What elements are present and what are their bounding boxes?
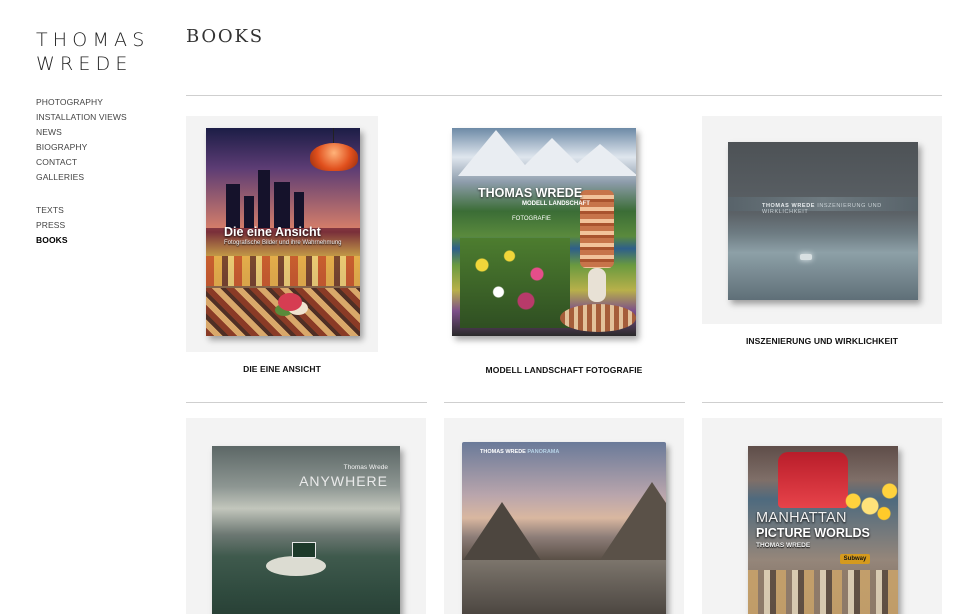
book-cover-frame: THOMAS WREDE PANORAMA xyxy=(444,418,684,614)
row-divider xyxy=(186,402,427,403)
book-card-die-eine-ansicht[interactable]: Die eine Ansicht Fotografische Bilder un… xyxy=(186,116,378,378)
book-card-inszenierung-und-wirklichkeit[interactable]: THOMAS WREDE INSZENIERUNG UND WIRKLICHKE… xyxy=(702,116,942,352)
cover-subtitle-2: FOTOGRAFIE xyxy=(512,216,551,222)
row-divider xyxy=(702,402,943,403)
nav-item-books[interactable]: BOOKS xyxy=(36,233,68,248)
cover-building xyxy=(244,196,254,228)
nav-item-news[interactable]: NEWS xyxy=(36,125,127,140)
book-caption[interactable]: DIE EINE ANSICHT xyxy=(186,364,378,374)
cover-street xyxy=(748,570,898,614)
book-cover-frame: MANHATTAN PICTURE WORLDS THOMAS WREDE Su… xyxy=(702,418,942,614)
cover-subtitle: Fotografische Bilder und ihre Wahrnehmun… xyxy=(224,240,342,246)
logo-line-1: THOMAS xyxy=(36,29,150,51)
book-cover-image[interactable]: Die eine Ansicht Fotografische Bilder un… xyxy=(206,128,360,336)
book-cover-image[interactable]: THOMAS WREDE INSZENIERUNG UND WIRKLICHKE… xyxy=(728,142,918,300)
cover-rocks xyxy=(462,560,666,614)
book-cover-frame: THOMAS WREDE INSZENIERUNG UND WIRKLICHKE… xyxy=(702,116,942,324)
book-cover-frame: Die eine Ansicht Fotografische Bilder un… xyxy=(186,116,378,352)
cover-title: THOMAS WREDE INSZENIERUNG UND WIRKLICHKE… xyxy=(762,203,918,215)
logo-line-2: WREDE xyxy=(36,53,133,75)
cover-author: THOMAS WREDE xyxy=(756,542,811,549)
book-cover-frame: THOMAS WREDE MODELL LANDSCHAFT FOTOGRAFI… xyxy=(444,112,684,352)
book-cover-image[interactable]: THOMAS WREDE PANORAMA xyxy=(462,442,666,614)
primary-nav: PHOTOGRAPHY INSTALLATION VIEWS NEWS BIOG… xyxy=(36,95,127,185)
book-card-anywhere[interactable]: Thomas Wrede ANYWHERE xyxy=(186,418,426,614)
cover-billboard xyxy=(778,452,848,508)
cover-title: ANYWHERE xyxy=(299,473,388,489)
nav-item-contact[interactable]: CONTACT xyxy=(36,155,127,170)
nav-item-galleries[interactable]: GALLERIES xyxy=(36,170,127,185)
cover-building xyxy=(258,170,270,228)
book-caption[interactable]: INSZENIERUNG UND WIRKLICHKEIT xyxy=(702,336,942,346)
cover-mountain xyxy=(562,144,636,176)
nav-item-photography[interactable]: PHOTOGRAPHY xyxy=(36,95,127,110)
cover-table xyxy=(560,304,636,332)
cover-pattern xyxy=(206,256,360,286)
nav-item-biography[interactable]: BIOGRAPHY xyxy=(36,140,127,155)
cover-flowers xyxy=(278,293,302,311)
cover-lamp-cable xyxy=(333,128,334,144)
cover-flowers xyxy=(460,238,570,328)
row-divider xyxy=(444,402,685,403)
cover-author: Thomas Wrede xyxy=(343,464,388,471)
cover-building xyxy=(226,184,240,228)
cover-sign xyxy=(292,542,316,558)
header-divider xyxy=(186,95,942,96)
cover-boat xyxy=(800,254,812,260)
nav-item-texts[interactable]: TEXTS xyxy=(36,203,68,218)
cover-title: Die eine Ansicht xyxy=(224,225,321,239)
page-title: BOOKS xyxy=(186,26,264,47)
secondary-nav: TEXTS PRESS BOOKS xyxy=(36,203,68,248)
cover-subtitle: MODELL LANDSCHAFT xyxy=(522,201,590,207)
cover-title-text: PANORAMA xyxy=(527,449,560,455)
nav-item-installation-views[interactable]: INSTALLATION VIEWS xyxy=(36,110,127,125)
cover-title: MANHATTAN xyxy=(756,510,847,526)
cover-author: THOMAS WREDE xyxy=(480,449,526,455)
cover-title: THOMAS WREDE PANORAMA xyxy=(480,449,559,455)
cover-street-lights xyxy=(842,476,898,526)
book-cover-image[interactable]: THOMAS WREDE MODELL LANDSCHAFT FOTOGRAFI… xyxy=(452,128,636,336)
nav-item-press[interactable]: PRESS xyxy=(36,218,68,233)
site-logo[interactable]: THOMAS WREDE xyxy=(36,28,150,76)
cover-lamp-base xyxy=(588,268,606,302)
cover-title: THOMAS WREDE xyxy=(478,186,583,200)
book-cover-image[interactable]: Thomas Wrede ANYWHERE xyxy=(212,446,400,614)
cover-title-2: PICTURE WORLDS xyxy=(756,526,870,540)
cover-lamp xyxy=(310,143,358,171)
cover-building xyxy=(274,182,290,228)
cover-subway-sign: Subway xyxy=(840,554,870,564)
book-card-modell-landschaft-fotografie[interactable]: THOMAS WREDE MODELL LANDSCHAFT FOTOGRAFI… xyxy=(444,112,684,378)
book-cover-frame: Thomas Wrede ANYWHERE xyxy=(186,418,426,614)
book-cover-image[interactable]: MANHATTAN PICTURE WORLDS THOMAS WREDE Su… xyxy=(748,446,898,614)
book-card-manhattan-picture-worlds[interactable]: MANHATTAN PICTURE WORLDS THOMAS WREDE Su… xyxy=(702,418,942,614)
cover-building xyxy=(294,192,304,228)
book-caption[interactable]: MODELL LANDSCHAFT FOTOGRAFIE xyxy=(444,365,684,375)
book-card-panorama[interactable]: THOMAS WREDE PANORAMA xyxy=(444,418,684,614)
cover-island xyxy=(266,556,326,576)
